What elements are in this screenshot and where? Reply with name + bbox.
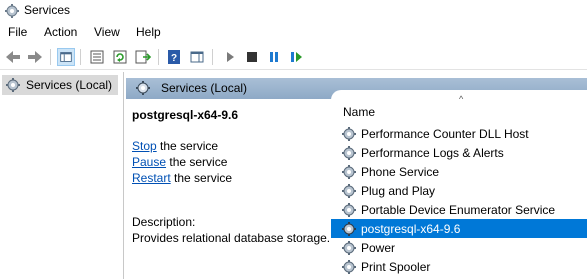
menu-file[interactable]: File <box>8 25 27 39</box>
menu-bar: File Action View Help <box>0 22 587 42</box>
pause-action: Pause the service <box>132 155 227 169</box>
restart-action: Restart the service <box>132 171 232 185</box>
list-item[interactable]: Plug and Play <box>331 181 587 200</box>
service-gear-icon <box>342 165 356 179</box>
start-service-icon[interactable] <box>221 48 239 66</box>
resume-service-icon[interactable] <box>287 48 305 66</box>
description-text: Provides relational database storage. <box>132 231 331 245</box>
pause-link[interactable]: Pause <box>132 155 166 169</box>
pause-service-icon[interactable] <box>265 48 283 66</box>
service-name: Portable Device Enumerator Service <box>361 203 556 217</box>
main-pane: Services (Local) postgresql-x64-9.6 Stop… <box>126 72 587 279</box>
toolbar: ? <box>0 44 587 70</box>
service-gear-icon <box>342 203 356 217</box>
services-gear-icon <box>136 81 150 95</box>
list-item[interactable]: Print Spooler <box>331 257 587 276</box>
back-arrow-icon[interactable] <box>4 48 22 66</box>
selected-service-name: postgresql-x64-9.6 <box>132 108 239 122</box>
list-item[interactable]: Power <box>331 238 587 257</box>
menu-action[interactable]: Action <box>44 25 77 39</box>
svg-text:?: ? <box>171 53 177 64</box>
service-details: postgresql-x64-9.6 Stop the service Paus… <box>126 99 331 279</box>
list-item[interactable]: Performance Counter DLL Host <box>331 124 587 143</box>
list-item[interactable]: Portable Device Enumerator Service <box>331 200 587 219</box>
service-name: Power <box>361 241 396 255</box>
export-list-icon[interactable] <box>134 48 152 66</box>
show-hide-console-tree-icon[interactable] <box>57 48 75 66</box>
stop-action: Stop the service <box>132 139 218 153</box>
panel-header-title: Services (Local) <box>161 81 248 95</box>
column-header-name[interactable]: ^ Name <box>331 90 587 119</box>
sort-ascending-icon: ^ <box>459 94 464 104</box>
services-list: ^ Name Performance Counter DLL Host Perf… <box>331 90 587 279</box>
service-gear-icon <box>342 260 356 274</box>
stop-service-icon[interactable] <box>243 48 261 66</box>
service-name: Performance Logs & Alerts <box>361 146 504 160</box>
menu-help[interactable]: Help <box>136 25 161 39</box>
service-gear-icon <box>342 222 356 236</box>
help-icon[interactable]: ? <box>165 48 183 66</box>
services-gear-icon <box>5 4 19 18</box>
refresh-icon[interactable] <box>111 48 129 66</box>
service-gear-icon <box>342 241 356 255</box>
list-item[interactable]: Performance Logs & Alerts <box>331 143 587 162</box>
list-item-selected[interactable]: postgresql-x64-9.6 <box>331 219 587 238</box>
stop-link[interactable]: Stop <box>132 139 157 153</box>
properties-icon[interactable] <box>88 48 106 66</box>
restart-link[interactable]: Restart <box>132 171 171 185</box>
service-gear-icon <box>342 127 356 141</box>
services-gear-icon <box>6 78 20 92</box>
description-label: Description: <box>132 215 196 229</box>
service-name: Plug and Play <box>361 184 436 198</box>
service-name: Print Spooler <box>361 260 431 274</box>
pause-action-text: the service <box>166 155 228 169</box>
service-name: Phone Service <box>361 165 440 179</box>
title-bar: Services <box>0 0 587 22</box>
column-name-label: Name <box>343 105 376 119</box>
service-gear-icon <box>342 184 356 198</box>
window-title: Services <box>24 3 71 17</box>
menu-view[interactable]: View <box>94 25 120 39</box>
console-tree: Services (Local) <box>0 72 124 279</box>
forward-arrow-icon[interactable] <box>26 48 44 66</box>
tree-item-services-local[interactable]: Services (Local) <box>2 75 118 95</box>
service-gear-icon <box>342 146 356 160</box>
list-item[interactable]: Phone Service <box>331 162 587 181</box>
service-name: postgresql-x64-9.6 <box>361 222 461 236</box>
service-name: Performance Counter DLL Host <box>361 127 529 141</box>
restart-action-text: the service <box>170 171 233 185</box>
stop-action-text: the service <box>156 139 219 153</box>
tree-item-label: Services (Local) <box>26 78 113 92</box>
action-pane-icon[interactable] <box>188 48 206 66</box>
